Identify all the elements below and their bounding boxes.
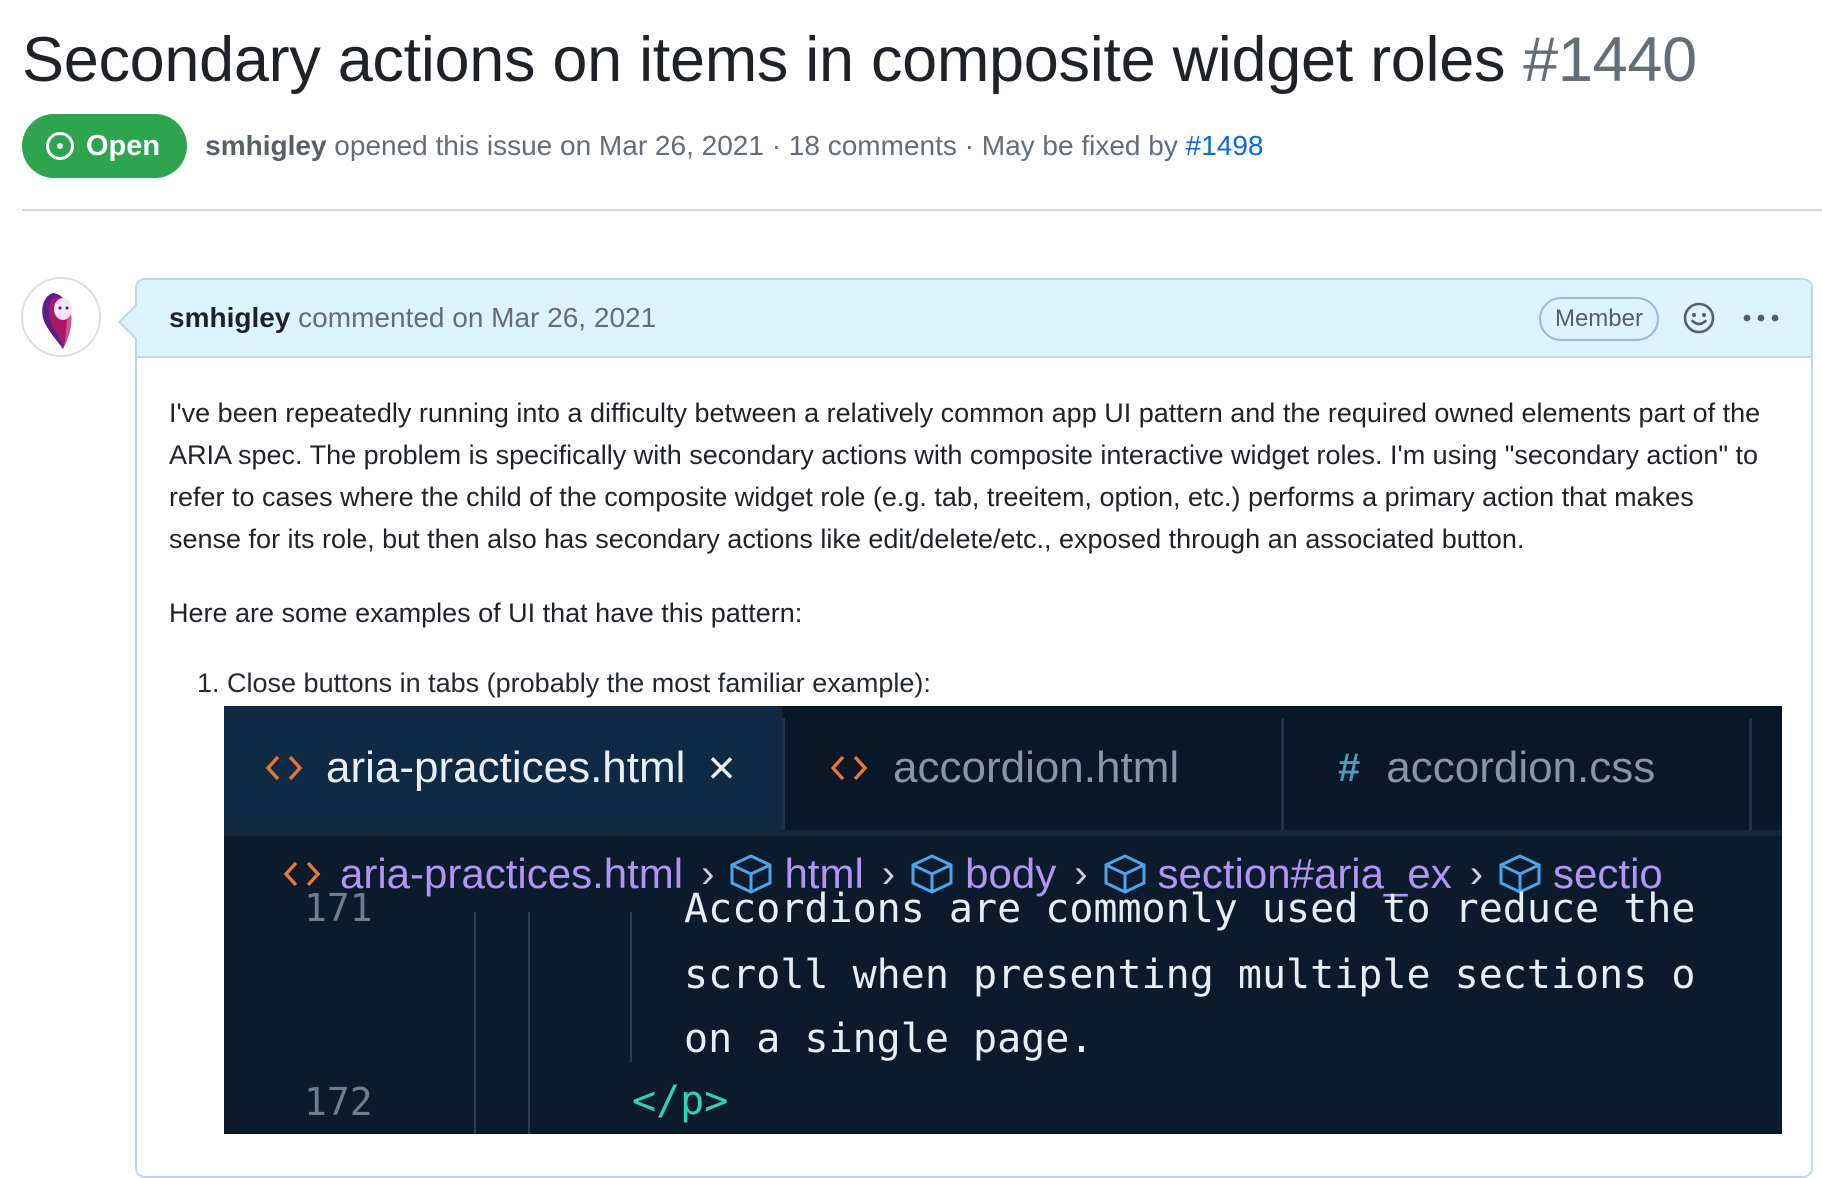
issue-title-text: Secondary actions on items in composite … xyxy=(22,25,1506,95)
fix-pr-link[interactable]: #1498 xyxy=(1186,130,1264,161)
indent-guide xyxy=(528,912,530,1134)
issue-title: Secondary actions on items in composite … xyxy=(22,18,1697,102)
editor-tab-bar: aria-practices.html × accordion.html # a… xyxy=(224,706,1782,830)
indent-guide xyxy=(474,912,476,1134)
add-reaction-smiley-icon[interactable] xyxy=(1682,301,1716,335)
issue-state-label: Open xyxy=(86,129,161,162)
editor-tab-aria-practices: aria-practices.html × xyxy=(224,706,782,830)
header-divider xyxy=(22,209,1822,211)
html-file-icon xyxy=(830,755,868,781)
closing-tag: </p> xyxy=(632,1078,729,1124)
editor-tab-label: accordion.html xyxy=(893,743,1180,792)
line-number: 171 xyxy=(304,886,373,930)
html-file-icon xyxy=(283,861,321,887)
comment-author-link[interactable]: smhigley xyxy=(169,302,290,333)
breadcrumb-file: aria-practices.html xyxy=(340,850,684,897)
comment-header: smhigley commented on Mar 26, 2021 Membe… xyxy=(137,280,1811,358)
issue-state-badge: Open xyxy=(22,114,188,178)
embedded-editor-screenshot[interactable]: aria-practices.html × accordion.html # a… xyxy=(224,706,1782,1134)
code-line: on a single page. xyxy=(684,1016,1094,1062)
tab-divider xyxy=(1749,718,1752,830)
comment-header-text: smhigley commented on Mar 26, 2021 xyxy=(169,302,656,334)
comment-timestamp[interactable]: commented on Mar 26, 2021 xyxy=(298,302,656,333)
indent-guide xyxy=(630,912,632,1062)
avatar-illustration-icon xyxy=(42,293,72,349)
issue-number: #1440 xyxy=(1523,25,1697,95)
code-area: 171 Accordions are commonly used to redu… xyxy=(224,886,1782,1134)
issue-meta: Open smhigley opened this issue on Mar 2… xyxy=(22,113,1264,179)
editor-tab-accordion-css: # accordion.css xyxy=(1284,706,1754,830)
editor-tab-label: accordion.css xyxy=(1386,743,1656,792)
editor-tab-accordion-html: accordion.html xyxy=(785,706,1281,830)
line-number: 172 xyxy=(304,1080,373,1124)
issue-opened-text: opened this issue on Mar 26, 2021 · 18 c… xyxy=(334,130,1178,161)
close-tab-icon: × xyxy=(707,741,736,795)
css-file-icon: # xyxy=(1338,745,1361,790)
code-line: scroll when presenting multiple sections… xyxy=(684,952,1696,998)
list-item: 1. Close buttons in tabs (probably the m… xyxy=(197,668,931,698)
editor-tab-label: aria-practices.html xyxy=(326,743,686,792)
more-options-kebab-icon[interactable] xyxy=(1741,301,1781,335)
issue-opened-icon xyxy=(46,132,74,160)
comment-paragraph: I've been repeatedly running into a diff… xyxy=(169,398,1761,554)
code-line: Accordions are commonly used to reduce t… xyxy=(684,886,1696,932)
comment-body: I've been repeatedly running into a diff… xyxy=(169,392,1771,666)
issue-author-link[interactable]: smhigley xyxy=(205,130,326,161)
avatar[interactable] xyxy=(21,277,101,357)
comment-paragraph: Here are some examples of UI that have t… xyxy=(169,598,803,628)
issue-meta-text: smhigley opened this issue on Mar 26, 20… xyxy=(205,130,1263,162)
member-role-badge: Member xyxy=(1538,297,1659,341)
html-file-icon xyxy=(265,755,303,781)
